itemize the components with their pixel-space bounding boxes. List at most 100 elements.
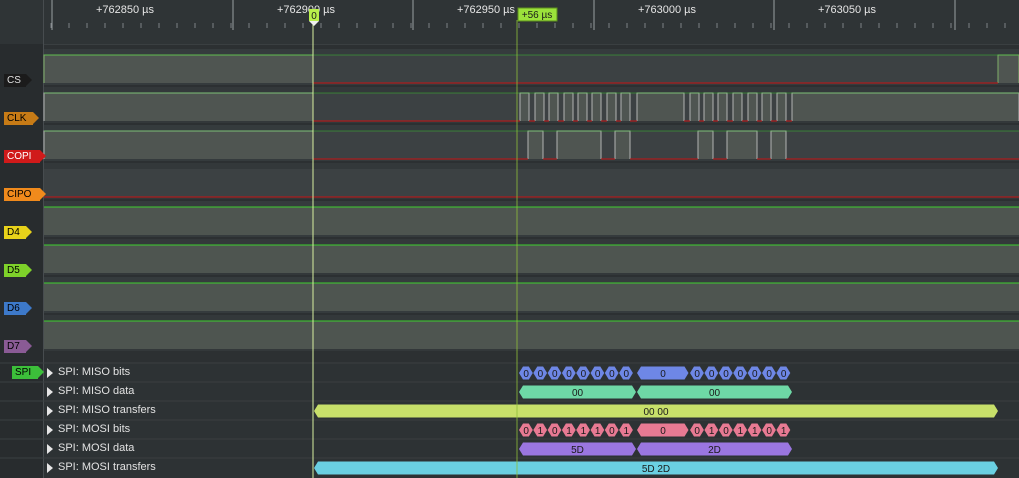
annotation-row-spi-mosi-bits: SPI: MOSI bits	[44, 421, 314, 439]
signal-high-region	[535, 93, 544, 121]
channel-label-text: D6	[7, 303, 20, 314]
channel-label-arrow	[33, 112, 39, 124]
signal-high-region	[44, 131, 313, 159]
miso-bit-label: 0	[581, 369, 587, 380]
annotation-row-spi-miso-transfers: SPI: MISO transfers	[44, 402, 314, 420]
mosi-transfer-label: 5D 2D	[642, 464, 670, 475]
signal-high-region	[564, 93, 573, 121]
signal-high-region	[698, 131, 713, 159]
channel-label-d4[interactable]: D4	[4, 226, 32, 239]
signal-high-region	[528, 131, 543, 159]
expand-arrow-icon[interactable]	[47, 444, 53, 454]
channel-label-arrow	[26, 74, 32, 86]
analyzer-label-text: SPI	[15, 367, 32, 378]
channel-label-cipo[interactable]: CIPO	[4, 188, 46, 201]
miso-bit-label: 0	[595, 369, 601, 380]
mosi-data-label: 2D	[708, 445, 721, 456]
channel-label-text: CS	[7, 75, 21, 86]
signal-high-region	[762, 93, 771, 121]
signal-high-region	[771, 131, 786, 159]
channel-label-cs[interactable]: CS	[4, 74, 32, 87]
mosi-bit-label: 0	[694, 426, 700, 437]
miso-bit-label: 0	[660, 369, 666, 380]
expand-arrow-icon[interactable]	[47, 406, 53, 416]
waveform-d5	[44, 244, 1019, 273]
channel-label-text: D4	[7, 227, 20, 238]
signal-high-region	[549, 93, 558, 121]
delta-badge-label: +56 µs	[522, 10, 553, 21]
channel-label-text: COPI	[7, 151, 32, 162]
mosi-bit-label: 1	[595, 426, 601, 437]
ruler-tick-label: +762900 µs	[277, 4, 336, 16]
annotation-row-name: SPI: MOSI bits	[58, 423, 131, 435]
mosi-bit-label: 1	[752, 426, 758, 437]
signal-high-region	[748, 93, 757, 121]
signal-high-region	[615, 131, 630, 159]
mosi-bit-label: 1	[566, 426, 572, 437]
signal-high-region	[44, 93, 313, 121]
channel-label-d6[interactable]: D6	[4, 302, 32, 315]
mosi-bit-label: 0	[609, 426, 615, 437]
annotation-row-spi-mosi-transfers: SPI: MOSI transfers	[44, 459, 314, 477]
ruler-tick-label: +762950 µs	[457, 4, 516, 16]
miso-transfer-label: 00 00	[643, 407, 668, 418]
mosi-data-label: 5D	[571, 445, 584, 456]
mosi-bit-label: 1	[538, 426, 544, 437]
miso-bit-label: 0	[538, 369, 544, 380]
miso-bit-label: 0	[709, 369, 715, 380]
expand-arrow-icon[interactable]	[47, 425, 53, 435]
signal-high-region	[44, 283, 1019, 311]
channel-label-copi[interactable]: COPI	[4, 150, 46, 163]
miso-bit-label: 0	[566, 369, 572, 380]
expand-arrow-icon[interactable]	[47, 368, 53, 378]
miso-bit-label: 0	[609, 369, 615, 380]
annotation-row-name: SPI: MOSI data	[58, 442, 135, 454]
channel-label-text: D5	[7, 265, 20, 276]
mosi-bit-label: 1	[581, 426, 587, 437]
signal-high-region	[44, 207, 1019, 235]
signal-high-region	[557, 131, 601, 159]
signal-high-region	[578, 93, 587, 121]
channel-label-arrow	[40, 150, 46, 162]
analyzer-label-spi[interactable]: SPI	[12, 366, 44, 379]
channel-label-arrow	[26, 264, 32, 276]
signal-high-region	[592, 93, 601, 121]
channel-label-text: D7	[7, 341, 20, 352]
mosi-bit-label: 1	[781, 426, 787, 437]
mosi-bit-label: 1	[623, 426, 629, 437]
miso-data-label: 00	[709, 388, 721, 399]
miso-bit-label: 0	[723, 369, 729, 380]
waveform-d7	[44, 320, 1019, 349]
annotation-row-name: SPI: MOSI transfers	[58, 461, 156, 473]
miso-bit-label: 0	[552, 369, 558, 380]
signal-high-region	[607, 93, 616, 121]
time-marker-label: 0	[311, 11, 317, 22]
signal-high-region	[690, 93, 699, 121]
channel-label-d7[interactable]: D7	[4, 340, 32, 353]
annotation-row-name: SPI: MISO bits	[58, 366, 131, 378]
waveform-d4	[44, 206, 1019, 235]
signal-high-region	[44, 55, 313, 83]
miso-bit-label: 0	[766, 369, 772, 380]
channel-label-clk[interactable]: CLK	[4, 112, 39, 125]
signal-high-region	[727, 131, 757, 159]
signal-high-region	[718, 93, 727, 121]
mosi-bit-label: 0	[723, 426, 729, 437]
signal-high-region	[637, 93, 684, 121]
expand-arrow-icon[interactable]	[47, 463, 53, 473]
logic-analyzer-view: +762850 µs +762900 µs +762950 µs +763000 µs…	[0, 0, 1019, 478]
signal-high-region	[44, 245, 1019, 273]
miso-bit-label: 0	[694, 369, 700, 380]
channel-label-text: CLK	[7, 113, 27, 124]
expand-arrow-icon[interactable]	[47, 387, 53, 397]
channel-label-d5[interactable]: D5	[4, 264, 32, 277]
miso-bit-label: 0	[523, 369, 529, 380]
ruler-tick-label: +763050 µs	[818, 4, 877, 16]
miso-bit-label: 0	[738, 369, 744, 380]
miso-bit-label: 0	[781, 369, 787, 380]
signal-high-region	[520, 93, 529, 121]
mosi-bit-label: 0	[766, 426, 772, 437]
channel-label-text: CIPO	[7, 189, 32, 200]
signal-high-region	[621, 93, 630, 121]
annotation-row-name: SPI: MISO data	[58, 385, 135, 397]
